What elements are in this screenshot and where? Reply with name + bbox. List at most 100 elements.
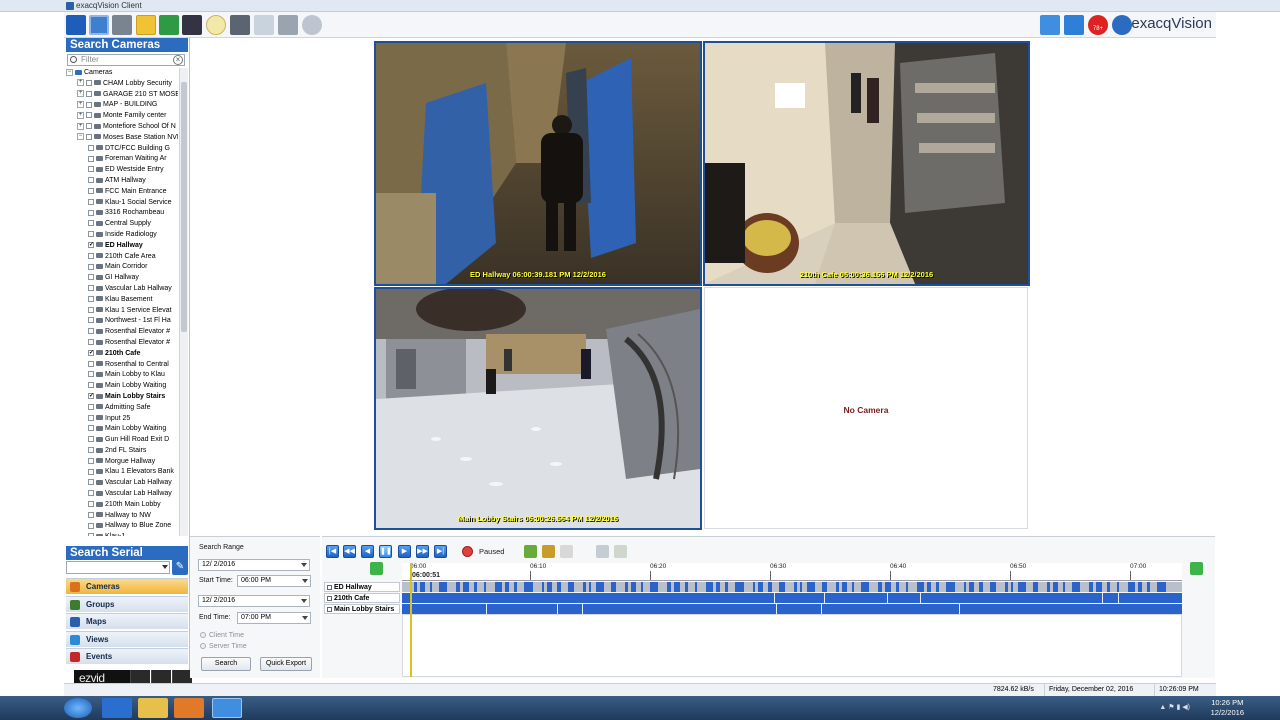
layout-icon[interactable] xyxy=(136,15,156,35)
camera-tile-210th-cafe[interactable]: 210th Cafe 06:00:36.156 PM 12/2/2016 xyxy=(703,41,1030,286)
start-button[interactable] xyxy=(64,698,92,718)
expand-toggle-icon[interactable]: − xyxy=(66,68,73,76)
tree-checkbox[interactable] xyxy=(88,501,94,508)
pause-button[interactable]: ❚❚ xyxy=(379,545,392,558)
row-checkbox[interactable] xyxy=(327,607,332,612)
timeline-ruler[interactable]: 06:00 06:10 06:20 06:30 06:40 06:50 07:00 xyxy=(402,563,1182,581)
quick-export-button[interactable]: Quick Export xyxy=(260,657,312,671)
tree-checkbox[interactable] xyxy=(88,533,94,536)
expand-toggle-icon[interactable]: + xyxy=(77,79,84,87)
tree-item[interactable]: 210th Cafe Area xyxy=(66,252,178,263)
tree-checkbox[interactable]: ✓ xyxy=(88,349,94,356)
record-icon[interactable] xyxy=(462,546,473,557)
bulb-icon[interactable] xyxy=(206,15,226,35)
camera-settings-icon[interactable] xyxy=(230,15,250,35)
camera-tile-empty[interactable]: No Camera xyxy=(704,287,1028,529)
serial-edit-button[interactable]: ✎ xyxy=(172,559,188,575)
tree-item[interactable]: Vascular Lab Hallway xyxy=(66,489,178,500)
tree-checkbox[interactable] xyxy=(88,414,94,421)
tree-item[interactable]: Hallway to Blue Zone xyxy=(66,521,178,532)
filter-input[interactable]: Filter × xyxy=(67,54,185,66)
ie-icon[interactable] xyxy=(102,698,132,718)
playhead[interactable] xyxy=(410,563,412,677)
alert-icon[interactable]: 78+ xyxy=(1088,15,1108,35)
tree-checkbox[interactable] xyxy=(88,155,94,162)
tree-checkbox[interactable] xyxy=(88,144,94,151)
serial-select[interactable] xyxy=(66,561,170,574)
timeline-prev-icon[interactable] xyxy=(370,562,383,575)
tree-checkbox[interactable] xyxy=(86,133,92,140)
taskbar-clock[interactable]: 10:26 PM 12/2/2016 xyxy=(1211,698,1244,718)
row-checkbox[interactable] xyxy=(327,585,332,590)
camera-tile-ed-hallway[interactable]: ED Hallway 06:00:39.181 PM 12/2/2016 xyxy=(374,41,702,286)
timeline-row-main-lobby-stairs[interactable]: Main Lobby Stairs xyxy=(322,604,1202,614)
tree-checkbox[interactable] xyxy=(88,490,94,497)
tree-checkbox[interactable] xyxy=(86,112,92,119)
tree-checkbox[interactable] xyxy=(88,209,94,216)
fullscreen-icon[interactable] xyxy=(1040,15,1060,35)
tree-item[interactable]: − Moses Base Station NVR xyxy=(66,133,178,144)
search-icon[interactable] xyxy=(89,15,109,35)
tree-item[interactable]: Klau Basement xyxy=(66,295,178,306)
tree-checkbox[interactable] xyxy=(88,371,94,378)
step-back-button[interactable]: ◀ xyxy=(361,545,374,558)
marker-icon[interactable] xyxy=(614,545,627,558)
tree-item[interactable]: Klau-1 xyxy=(66,532,178,536)
tree-checkbox[interactable] xyxy=(88,403,94,410)
tree-item[interactable]: + CHAM Lobby Security xyxy=(66,79,178,90)
tree-item[interactable]: Klau 1 Elevators Bank xyxy=(66,467,178,478)
tree-item[interactable]: Input 25 xyxy=(66,414,178,425)
tree-checkbox[interactable] xyxy=(88,468,94,475)
expand-toggle-icon[interactable]: + xyxy=(77,90,84,98)
clear-filter-icon[interactable]: × xyxy=(173,55,183,65)
tree-checkbox[interactable] xyxy=(88,339,94,346)
skip-start-button[interactable]: |◀ xyxy=(326,545,339,558)
row-checkbox[interactable] xyxy=(327,596,332,601)
bookmark-add-icon[interactable] xyxy=(524,545,537,558)
tree-item[interactable]: Vascular Lab Hallway xyxy=(66,478,178,489)
timeline-next-icon[interactable] xyxy=(1190,562,1203,575)
tree-item[interactable]: ✓ Main Lobby Stairs xyxy=(66,392,178,403)
tree-checkbox[interactable] xyxy=(88,166,94,173)
scrollbar-thumb[interactable] xyxy=(181,82,187,332)
recording-bar[interactable] xyxy=(402,582,1182,592)
search-button[interactable]: Search xyxy=(201,657,251,671)
tree-item[interactable]: Northwest - 1st Fl Ha xyxy=(66,316,178,327)
system-tray[interactable]: ▲ ⚑ ▮ ◀) xyxy=(1159,703,1190,711)
tree-item[interactable]: Klau-1 Social Service xyxy=(66,198,178,209)
print-icon[interactable] xyxy=(278,15,298,35)
live-view-icon[interactable] xyxy=(66,15,86,35)
tree-item[interactable]: Main Lobby to Klau xyxy=(66,370,178,381)
tree-item[interactable]: Morgue Hallway xyxy=(66,457,178,468)
tree-checkbox[interactable] xyxy=(88,328,94,335)
tree-checkbox[interactable] xyxy=(88,479,94,486)
tree-item[interactable]: 2nd FL Stairs xyxy=(66,446,178,457)
zoom-icon[interactable] xyxy=(596,545,609,558)
tree-item[interactable]: ✓ ED Hallway xyxy=(66,241,178,252)
tree-checkbox[interactable] xyxy=(88,511,94,518)
media-player-icon[interactable] xyxy=(174,698,204,718)
tree-checkbox[interactable] xyxy=(88,285,94,292)
nav-maps[interactable]: Maps xyxy=(66,613,188,629)
tree-checkbox[interactable] xyxy=(88,382,94,389)
timeline[interactable]: 06:00 06:10 06:20 06:30 06:40 06:50 07:00 ED H… xyxy=(322,562,1203,677)
expand-toggle-icon[interactable]: − xyxy=(77,133,84,141)
end-date-field[interactable]: 12/ 2/2016 xyxy=(198,595,310,607)
nav-events[interactable]: Events xyxy=(66,648,188,664)
tree-checkbox[interactable] xyxy=(88,198,94,205)
tree-checkbox[interactable] xyxy=(88,263,94,270)
tree-checkbox[interactable]: ✓ xyxy=(88,393,94,400)
skip-end-button[interactable]: ▶| xyxy=(434,545,447,558)
tree-checkbox[interactable] xyxy=(86,90,92,97)
tree-item[interactable]: Inside Radiology xyxy=(66,230,178,241)
tree-item[interactable]: Main Lobby Waiting xyxy=(66,381,178,392)
export-icon[interactable] xyxy=(254,15,274,35)
tree-item[interactable]: Foreman Waiting Ar xyxy=(66,154,178,165)
tree-checkbox[interactable] xyxy=(88,436,94,443)
list-view-icon[interactable] xyxy=(182,15,202,35)
tree-checkbox[interactable] xyxy=(88,360,94,367)
bookmark-delete-icon[interactable] xyxy=(560,545,573,558)
tree-checkbox[interactable] xyxy=(88,306,94,313)
tree-item[interactable]: Main Lobby Waiting xyxy=(66,424,178,435)
tree-item[interactable]: ED Westside Entry xyxy=(66,165,178,176)
